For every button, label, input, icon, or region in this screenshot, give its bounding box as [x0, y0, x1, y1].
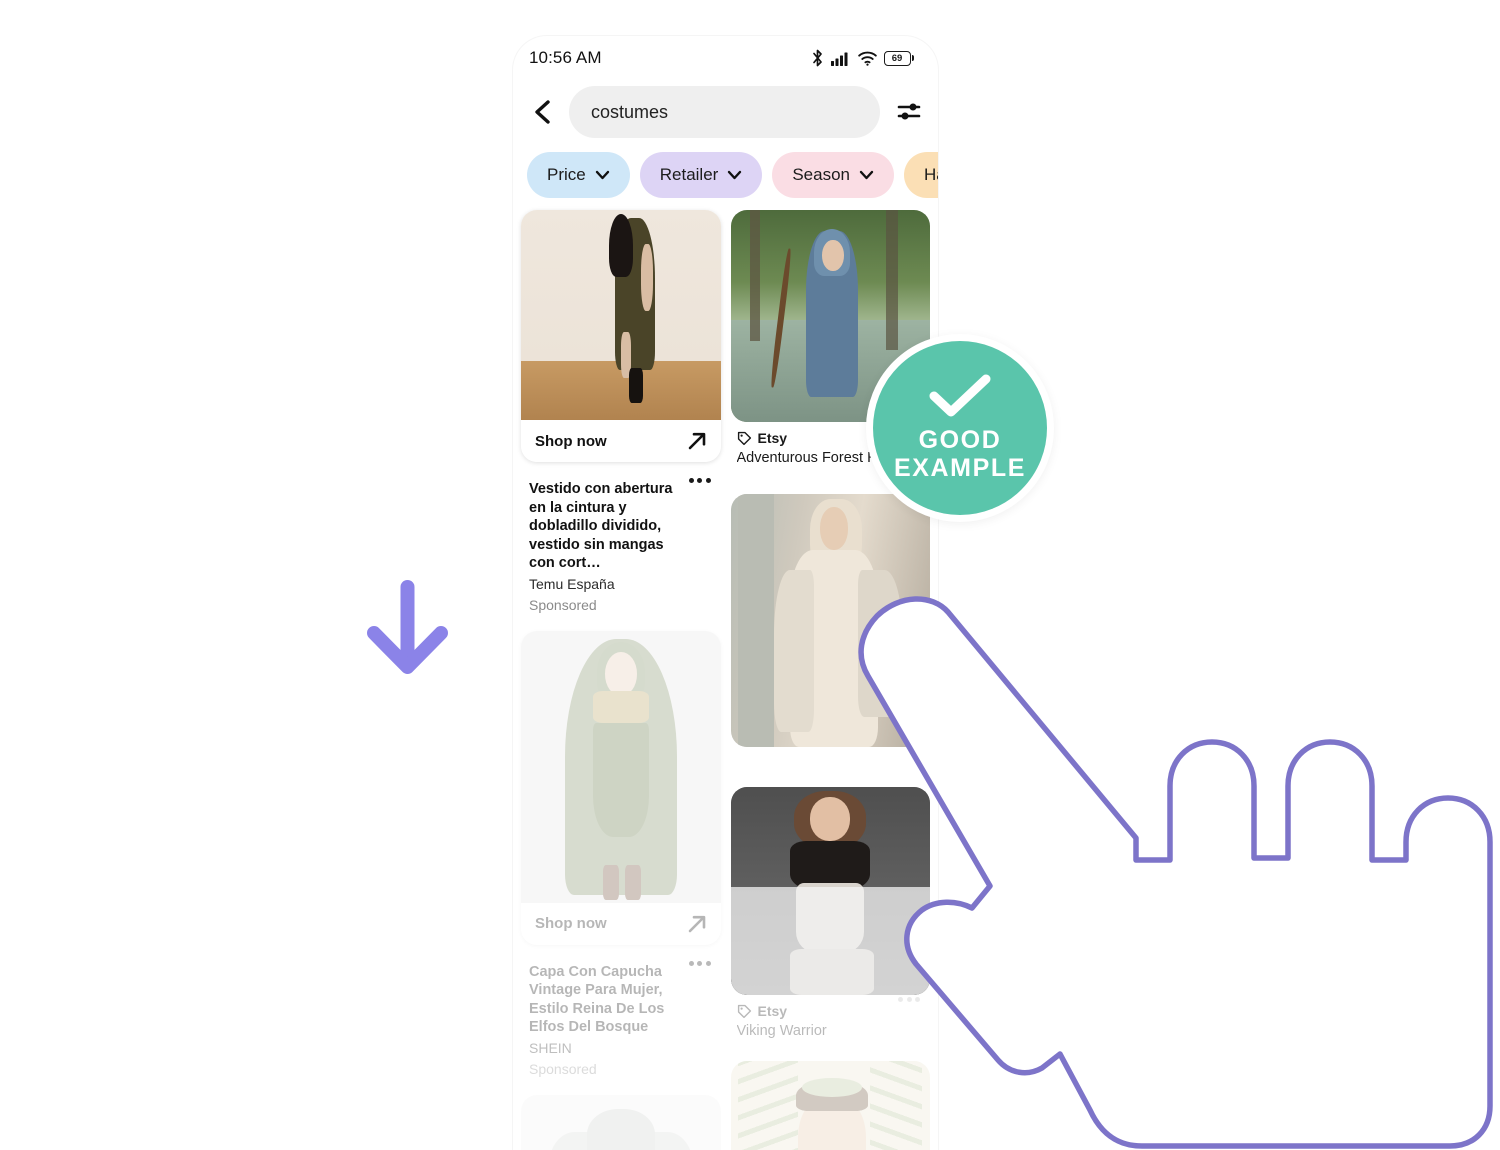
- olive-slit-dress-photo[interactable]: [521, 210, 721, 420]
- filter-chip-season[interactable]: Season: [772, 152, 894, 198]
- status-badge: GOOD EXAMPLE: [866, 334, 1054, 522]
- ad-card[interactable]: Shop now: [521, 630, 721, 945]
- green-hooded-cape-photo[interactable]: [521, 630, 721, 903]
- shop-now-label: Shop now: [535, 915, 607, 933]
- more-options-icon[interactable]: [898, 997, 920, 1002]
- status-time: 10:56 AM: [529, 48, 602, 67]
- filter-chip-label: Price: [547, 165, 586, 184]
- ad-meta: Vestido con abertura en la cintura y dob…: [521, 470, 721, 613]
- pin-title: Viking Warrior: [736, 1023, 827, 1039]
- phone-mockup: 10:56 AM 69 costumes Price Retailer Seas…: [513, 36, 938, 1150]
- badge-line-1: GOOD: [918, 426, 1002, 454]
- search-bar: costumes: [513, 80, 938, 148]
- ad-sponsored-label: Sponsored: [529, 596, 597, 613]
- shop-now-label: Shop now: [535, 432, 607, 450]
- results-grid: Shop now Vestido con abertura en la cint…: [513, 210, 938, 1150]
- pin-source-label: Etsy: [757, 430, 788, 446]
- price-tag-icon: [737, 431, 751, 445]
- pin-card[interactable]: [730, 494, 930, 747]
- pin-card[interactable]: [521, 1094, 721, 1150]
- shop-now-row[interactable]: Shop now: [521, 902, 721, 945]
- elven-white-gown-photo[interactable]: [730, 494, 930, 747]
- ad-title: Vestido con abertura en la cintura y dob…: [529, 481, 673, 572]
- filter-chip-label: Retailer: [659, 165, 719, 184]
- shop-now-row[interactable]: Shop now: [521, 420, 721, 462]
- flower-crown-illustration-photo[interactable]: [730, 1061, 930, 1150]
- filter-chip-label: Season: [792, 165, 850, 184]
- battery-level: 69: [891, 52, 903, 64]
- viking-corset-photo[interactable]: [730, 787, 930, 995]
- results-column-right: Etsy Adventurous Forest Ra. Etsy Viking …: [730, 210, 931, 1150]
- status-icons: 69: [811, 49, 914, 67]
- more-options-icon[interactable]: [688, 960, 711, 966]
- pin-meta: Etsy Viking Warrior: [731, 995, 931, 1039]
- ad-brand: Temu España: [529, 575, 615, 592]
- status-bar: 10:56 AM 69: [513, 36, 938, 80]
- ad-title: Capa Con Capucha Vintage Para Mujer, Est…: [529, 963, 665, 1036]
- chevron-down-icon: [728, 170, 742, 180]
- white-hooded-poncho-photo[interactable]: [521, 1094, 721, 1150]
- price-tag-icon: [737, 1004, 751, 1018]
- more-options-icon[interactable]: [688, 478, 711, 483]
- ad-sponsored-label: Sponsored: [529, 1060, 597, 1077]
- battery-icon: 69: [883, 50, 914, 66]
- pin-card[interactable]: Etsy Viking Warrior: [730, 787, 931, 1039]
- results-column-left: Shop now Vestido con abertura en la cint…: [521, 210, 721, 1150]
- filter-chip-halloween[interactable]: Halloween: [904, 152, 938, 198]
- arrow-up-right-icon: [688, 432, 705, 450]
- annotated-screenshot-canvas: 10:56 AM 69 costumes Price Retailer Seas…: [0, 0, 1500, 1150]
- filter-chip-row[interactable]: Price Retailer Season Halloween: [513, 148, 938, 210]
- search-input[interactable]: costumes: [569, 86, 880, 138]
- wifi-icon: [857, 51, 877, 66]
- chevron-down-icon: [595, 170, 609, 180]
- pin-card[interactable]: [730, 1061, 930, 1150]
- filter-chip-price[interactable]: Price: [527, 152, 630, 198]
- chevron-left-icon[interactable]: [533, 97, 555, 127]
- check-icon: [929, 374, 991, 417]
- arrow-up-right-icon: [688, 915, 705, 933]
- filter-chip-retailer[interactable]: Retailer: [639, 152, 763, 198]
- bluetooth-icon: [812, 49, 822, 67]
- chevron-down-icon: [859, 170, 874, 180]
- ad-card[interactable]: Shop now: [521, 210, 721, 462]
- pin-source-label: Etsy: [757, 1003, 788, 1019]
- arrow-down-icon: [367, 580, 448, 674]
- pin-source[interactable]: Etsy: [737, 1003, 927, 1019]
- sliders-icon[interactable]: [894, 97, 924, 127]
- filter-chip-label: Halloween: [924, 165, 938, 184]
- ad-meta: Capa Con Capucha Vintage Para Mujer, Est…: [521, 953, 721, 1077]
- badge-line-2: EXAMPLE: [893, 454, 1027, 482]
- ad-brand: SHEIN: [529, 1039, 572, 1056]
- cellular-signal-icon: [830, 52, 847, 66]
